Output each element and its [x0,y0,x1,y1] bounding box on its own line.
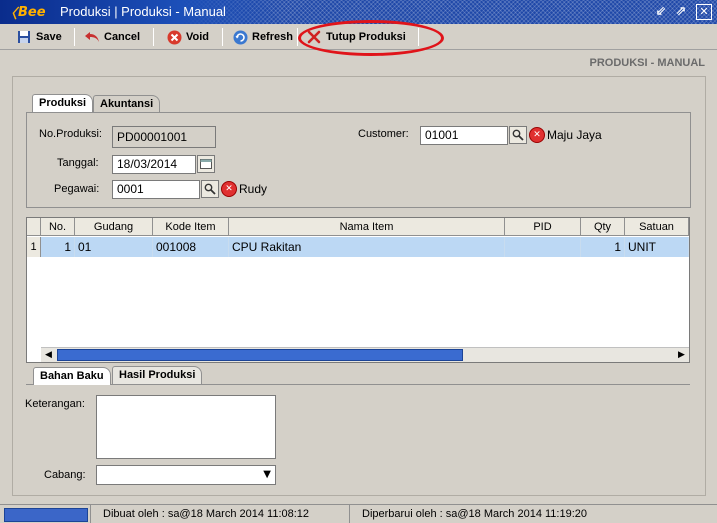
tab-produksi[interactable]: Produksi [32,94,94,112]
logo-text: Bee [18,4,46,20]
toolbar-separator [418,28,419,46]
status-created: Dibuat oleh : sa@18 March 2014 11:08:12 [90,505,309,523]
col-gudang[interactable]: Gudang [75,218,153,236]
col-satuan[interactable]: Satuan [625,218,689,236]
refresh-button[interactable]: Refresh [232,28,293,46]
keterangan-textarea[interactable] [96,395,276,459]
col-nama-item[interactable]: Nama Item [229,218,505,236]
pegawai-clear-icon[interactable]: ✕ [221,181,237,197]
toolbar-separator [297,28,298,46]
horizontal-scrollbar[interactable]: ◀ ▶ [41,347,689,362]
calendar-icon[interactable] [197,155,215,173]
cancel-button[interactable]: Cancel [84,28,140,46]
void-x-icon [166,29,182,45]
keterangan-label: Keterangan: [25,398,85,410]
customer-field[interactable]: 01001 [420,126,508,145]
refresh-icon [232,29,248,45]
pegawai-search-icon[interactable] [201,180,219,198]
tutup-produksi-button[interactable]: Tutup Produksi [306,28,406,46]
cell-no[interactable]: 1 [41,237,75,257]
pegawai-name: Rudy [239,182,268,196]
window-title: Produksi | Produksi - Manual [60,4,226,19]
items-grid: No. Gudang Kode Item Nama Item PID Qty S… [26,217,690,363]
grid-corner [27,218,41,236]
maximize-icon[interactable]: ⇗ [673,4,689,20]
pegawai-label: Pegawai: [54,183,100,195]
logo-mark: 〈 [4,6,18,22]
tab-bahan-baku[interactable]: Bahan Baku [33,367,111,385]
toolbar: Save Cancel Void Refresh Tutup Produksi [0,24,717,50]
customer-name: Maju Jaya [547,128,602,142]
page-heading: PRODUKSI - MANUAL [589,57,706,69]
col-kode-item[interactable]: Kode Item [153,218,229,236]
cancel-label: Cancel [104,31,141,43]
undo-arrow-icon [84,29,100,45]
grid-header: No. Gudang Kode Item Nama Item PID Qty S… [27,218,689,236]
toolbar-separator [153,28,154,46]
customer-search-icon[interactable] [509,126,527,144]
status-bar: Dibuat oleh : sa@18 March 2014 11:08:12 … [0,504,717,523]
save-label: Save [36,31,62,43]
cell-satuan[interactable]: UNIT [625,237,689,257]
scrollbar-thumb[interactable] [57,349,463,361]
void-button[interactable]: Void [166,28,209,46]
pegawai-field[interactable]: 0001 [112,180,200,199]
row-number: 1 [27,237,41,257]
toolbar-separator [74,28,75,46]
no-produksi-field: PD00001001 [112,126,216,148]
customer-label: Customer: [358,128,409,140]
close-x-icon [306,29,322,45]
cabang-select[interactable]: ▼ [96,465,276,485]
cell-nama-item[interactable]: CPU Rakitan [229,237,505,257]
tab-divider [26,384,690,385]
status-indicator [4,508,88,522]
col-no[interactable]: No. [41,218,75,236]
cell-pid[interactable] [505,237,581,257]
refresh-label: Refresh [252,31,293,43]
chevron-down-icon: ▼ [263,469,271,480]
cell-gudang[interactable]: 01 [75,237,153,257]
cabang-label: Cabang: [44,469,86,481]
customer-clear-icon[interactable]: ✕ [529,127,545,143]
app-logo: 〈 Bee [4,4,46,22]
status-updated: Diperbarui oleh : sa@18 March 2014 11:19… [349,505,587,523]
cell-kode-item[interactable]: 001008 [153,237,229,257]
scroll-right-icon[interactable]: ▶ [674,348,689,362]
floppy-disk-icon [16,29,32,45]
tutup-produksi-label: Tutup Produksi [326,31,406,43]
close-icon[interactable]: ✕ [696,4,712,20]
col-qty[interactable]: Qty [581,218,625,236]
save-button[interactable]: Save [16,28,62,46]
cell-qty[interactable]: 1 [581,237,625,257]
tanggal-label: Tanggal: [57,157,99,169]
toolbar-separator [222,28,223,46]
void-label: Void [186,31,210,43]
title-bar: 〈 Bee Produksi | Produksi - Manual ⇙ ⇗ ✕ [0,0,717,24]
tanggal-field[interactable]: 18/03/2014 [112,155,196,174]
tab-hasil-produksi[interactable]: Hasil Produksi [112,366,203,384]
restore-icon[interactable]: ⇙ [653,4,669,20]
col-pid[interactable]: PID [505,218,581,236]
table-row[interactable]: 1 1 01 001008 CPU Rakitan 1 UNIT [27,237,689,257]
tab-akuntansi[interactable]: Akuntansi [93,95,161,113]
no-produksi-label: No.Produksi: [39,128,102,140]
scroll-left-icon[interactable]: ◀ [41,348,56,362]
